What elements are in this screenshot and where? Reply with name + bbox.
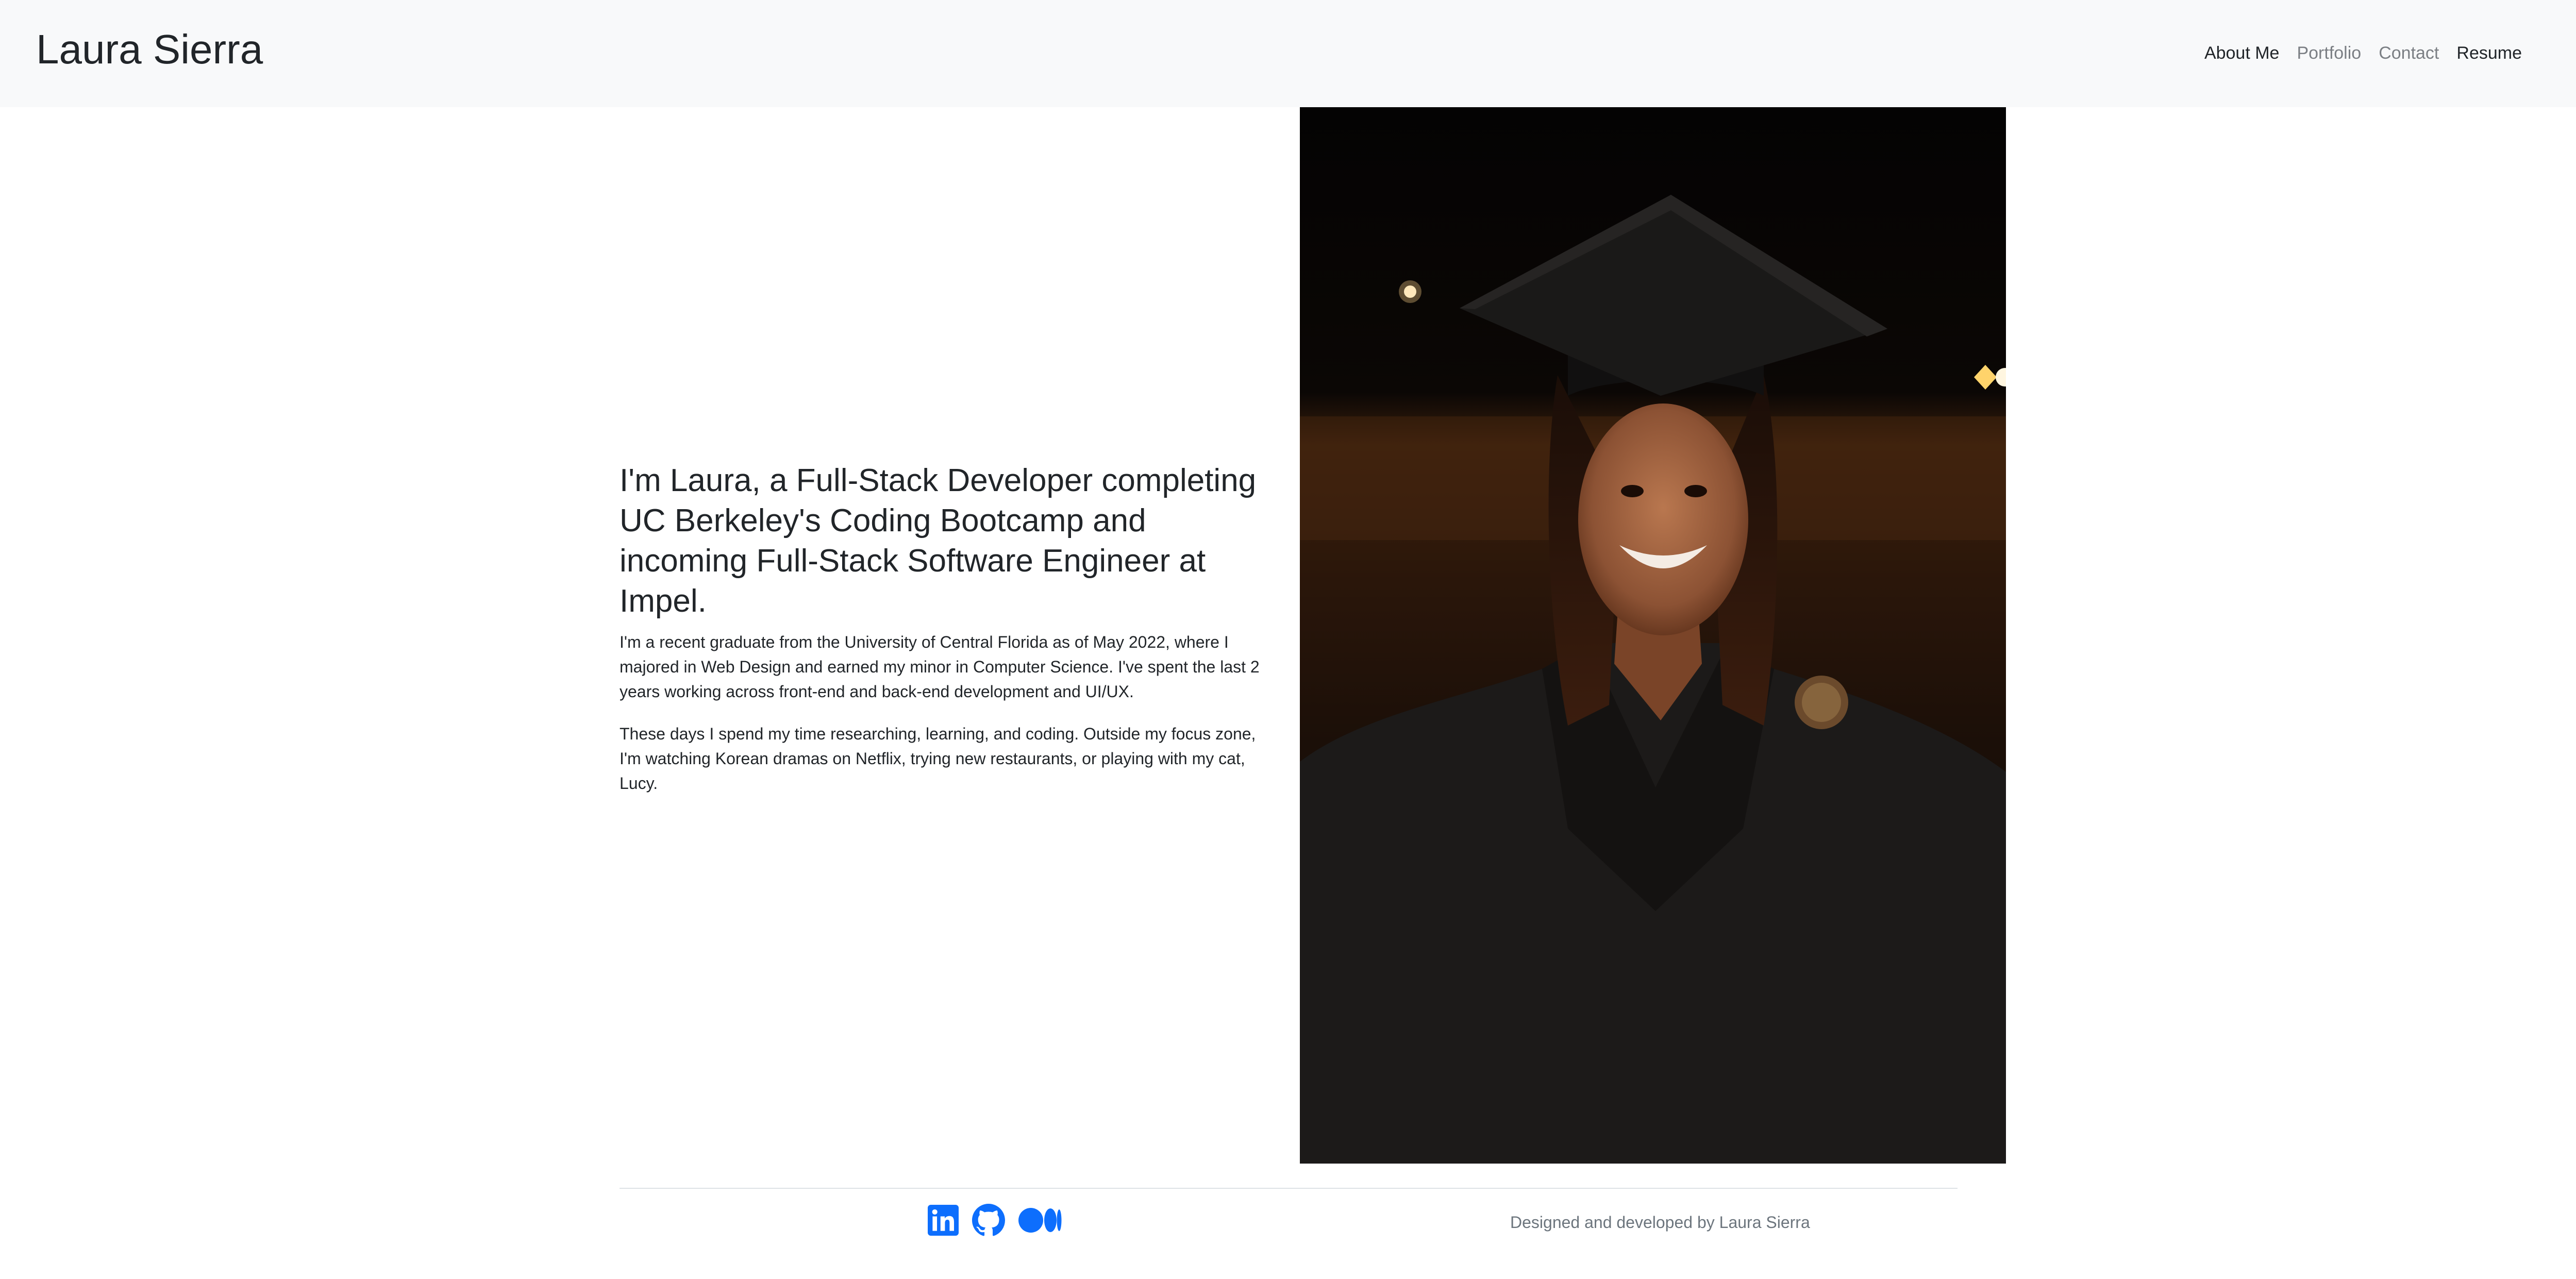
nav-link-about-me[interactable]: About Me: [2196, 40, 2288, 66]
github-icon[interactable]: [972, 1204, 1005, 1239]
navbar: Laura Sierra About Me Portfolio Contact …: [0, 0, 2576, 107]
linkedin-icon[interactable]: [928, 1205, 959, 1238]
footer-divider: [620, 1188, 1958, 1189]
about-paragraph: I'm a recent graduate from the Universit…: [620, 633, 1260, 701]
brand-link[interactable]: Laura Sierra: [36, 24, 263, 75]
footer-credit: Designed and developed by Laura Sierra: [1510, 1213, 1810, 1232]
profile-photo: [1300, 107, 2006, 1164]
nav-link-resume[interactable]: Resume: [2448, 40, 2531, 66]
nav-links: About Me Portfolio Contact Resume: [2196, 40, 2531, 66]
about-paragraph: These days I spend my time researching, …: [620, 725, 1256, 793]
social-links: [928, 1204, 1062, 1239]
nav-link-portfolio[interactable]: Portfolio: [2288, 40, 2370, 66]
about-section: I'm Laura, a Full-Stack Developer comple…: [620, 461, 1274, 796]
medium-icon[interactable]: [1018, 1207, 1062, 1236]
nav-link-contact[interactable]: Contact: [2370, 40, 2448, 66]
about-headline: I'm Laura, a Full-Stack Developer comple…: [620, 463, 1257, 619]
